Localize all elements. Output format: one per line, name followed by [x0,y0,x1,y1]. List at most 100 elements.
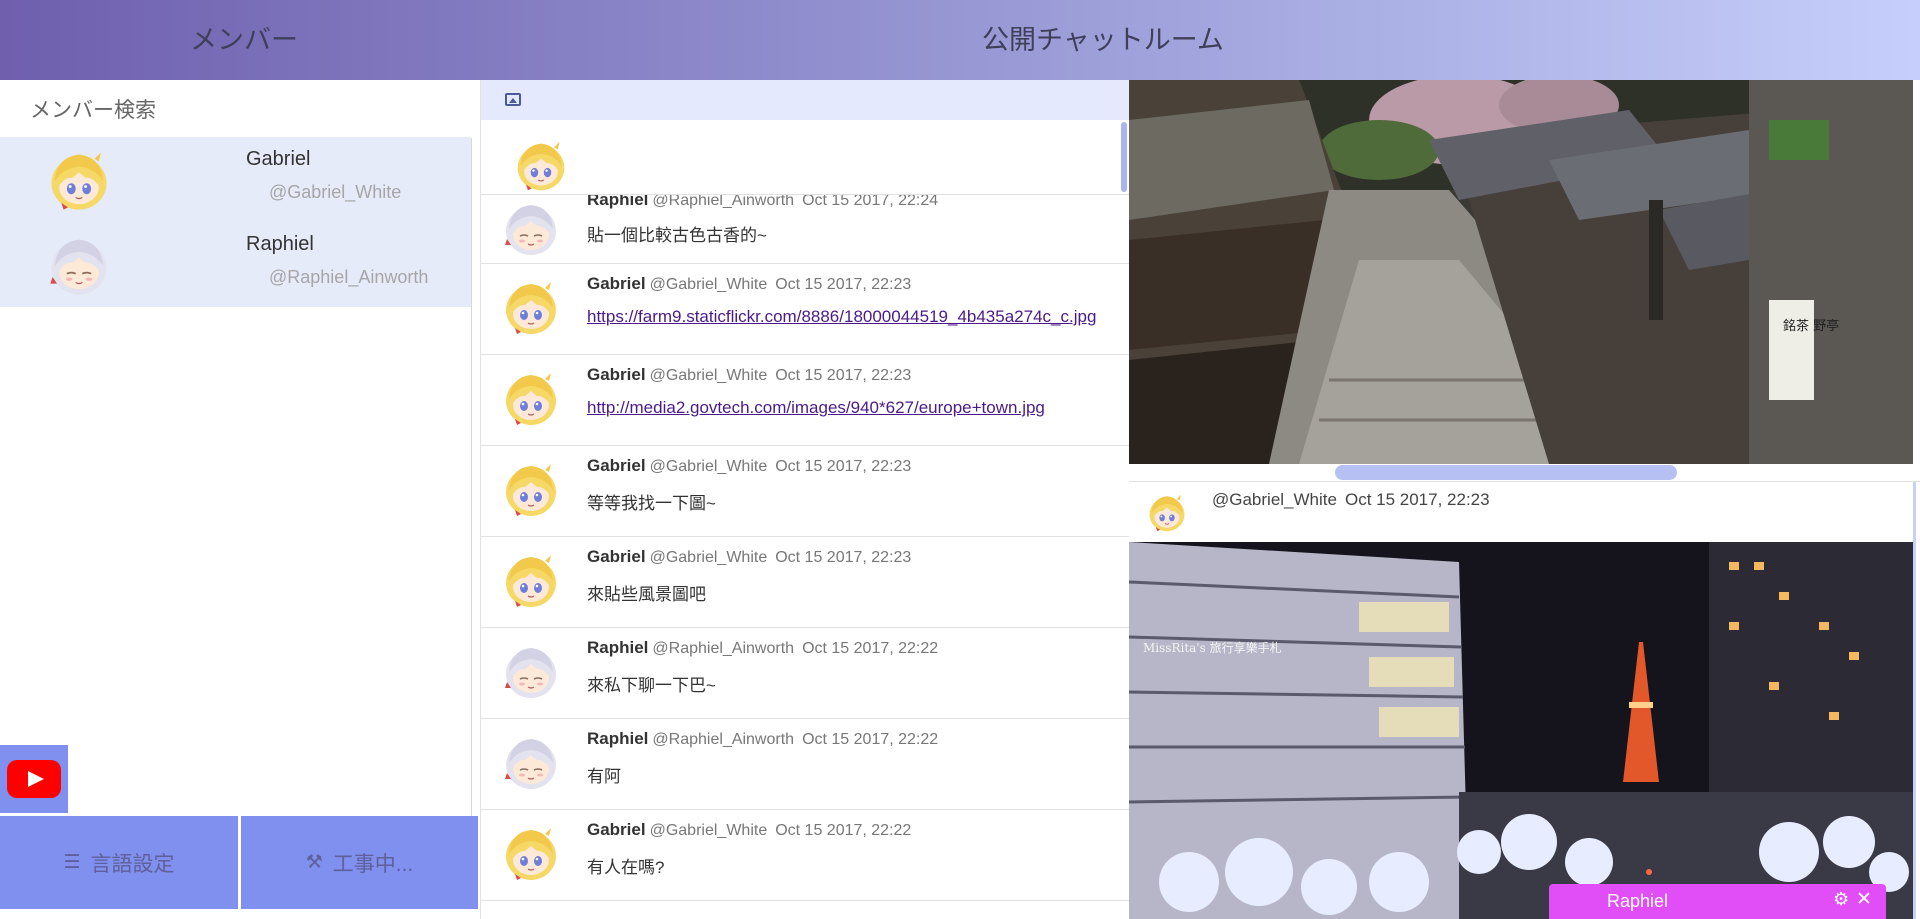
shop-sign-text: 銘茶 野亭 [1783,318,1839,334]
member-list: Gabriel @Gabriel_White Raphiel @Raphiel_… [0,137,471,307]
member-handle: @Gabriel_White [269,182,402,202]
member-item-gabriel[interactable]: Gabriel @Gabriel_White [0,137,471,222]
chat-message: Gabriel @Gabriel_White Oct 15 2017, 22:23 … [481,264,1129,355]
list-icon: ☰ [63,852,81,873]
chat-message: Gabriel @Gabriel_White Oct 15 2017, 22:23 … [481,446,1129,537]
message-author: Gabriel [587,274,646,293]
avatar [46,233,112,299]
chat-message: Raphiel @Raphiel_Ainworth Oct 15 2017, 22:… [481,628,1129,719]
avatar [501,824,561,884]
message-author: Raphiel [587,729,649,748]
message-handle: @Gabriel_White [649,367,768,384]
message-time: Oct 15 2017, 22:23 [775,549,912,566]
message-header: Gabriel @Gabriel_White Oct 15 2017, 22:23 [587,274,911,294]
message-author: Gabriel [587,365,646,384]
message-header: Raphiel @Raphiel_Ainworth Oct 15 2017, 22:… [587,729,938,749]
tokyo-night-photo[interactable]: MissRita's 旅行享樂手札 [1129,542,1913,919]
chat-column: Raphiel @Raphiel_Ainworth Oct 15 2017, 22:… [480,80,1129,919]
message-author: Raphiel [587,195,649,209]
message-handle: @Raphiel_Ainworth [652,195,795,209]
avatar [513,138,569,194]
message-handle: @Gabriel_White [649,822,768,839]
avatar [501,369,561,429]
hammer-icon: ⚒ [305,852,323,873]
member-item-raphiel[interactable]: Raphiel @Raphiel_Ainworth [0,222,471,307]
message-header: Raphiel @Raphiel_Ainworth Oct 15 2017, 22:… [587,195,938,210]
message-header: Gabriel @Gabriel_White Oct 15 2017, 22:22 [587,820,911,840]
message-header: Gabriel @Gabriel_White Oct 15 2017, 22:23 [587,456,911,476]
youtube-icon [7,760,61,798]
photo-watermark-text: MissRita's 旅行享樂手札 [1143,640,1282,655]
message-text: 來貼些風景圖吧 [587,585,706,604]
under-construction-button[interactable]: ⚒ 工事中... [241,816,478,909]
avatar [501,551,561,611]
chat-message: Raphiel @Raphiel_Ainworth Oct 15 2017, 22:… [481,719,1129,810]
chat-message: Gabriel @Gabriel_White Oct 15 2017, 22:22 … [481,810,1129,901]
message-time: Oct 15 2017, 22:22 [802,640,939,657]
message-list: Raphiel @Raphiel_Ainworth Oct 15 2017, 22:… [481,195,1129,919]
message-handle: @Gabriel_White [649,276,768,293]
private-chat-tab[interactable]: Raphiel ⚙ ✕ [1549,884,1886,919]
youtube-button[interactable] [0,745,68,813]
member-panel-scrollbar[interactable] [471,138,472,878]
message-handle: @Gabriel_White [649,549,768,566]
kyoto-street-photo[interactable]: 銘茶 野亭 [1129,80,1913,464]
message-header: Raphiel @Raphiel_Ainworth Oct 15 2017, 22:… [587,638,938,658]
message-time: Oct 15 2017, 22:23 [775,367,912,384]
avatar [501,733,561,793]
message-header: Gabriel @Gabriel_White Oct 15 2017, 22:23 [587,547,911,567]
image-upload-icon[interactable] [505,93,521,106]
message-author: Gabriel [587,456,646,475]
message-handle: @Raphiel_Ainworth [652,640,795,657]
members-panel-title: メンバー [190,25,298,55]
image-panel: 銘茶 野亭 @Gabriel_White Oct 15 2017, 22:23 M… [1129,80,1920,919]
message-header: Gabriel @Gabriel_White Oct 15 2017, 22:23 [587,365,911,385]
compose-scrollbar[interactable] [1121,122,1127,192]
top-header: メンバー 公開チャットルーム [0,0,1920,80]
message-time: Oct 15 2017, 22:24 [802,195,939,209]
message-text: 有阿 [587,767,621,786]
private-chat-name: Raphiel [1607,891,1669,911]
image-post-meta: @Gabriel_White Oct 15 2017, 22:23 [1212,490,1490,510]
avatar [1146,492,1188,534]
chat-message: Gabriel @Gabriel_White Oct 15 2017, 22:23 … [481,537,1129,628]
avatar [501,278,561,338]
member-search-input[interactable] [28,94,452,128]
avatar [501,199,561,259]
language-settings-button[interactable]: ☰ 言語設定 [0,816,238,909]
message-link[interactable]: https://farm9.staticflickr.com/8886/1800… [587,307,1096,327]
member-name: Gabriel [246,148,311,170]
message-text: 來私下聊一下巴~ [587,676,716,695]
member-handle: @Raphiel_Ainworth [269,267,429,287]
chatroom-title: 公開チャットルーム [982,25,1224,55]
message-time: Oct 15 2017, 22:22 [802,731,939,748]
language-settings-label: 言語設定 [90,852,175,876]
message-author: Raphiel [587,638,649,657]
message-text: 貼一個比較古色古香的~ [587,226,767,245]
message-time: Oct 15 2017, 22:23 [775,276,912,293]
message-handle: @Gabriel_White [649,458,768,475]
chat-toolbar [481,80,1129,120]
close-icon[interactable]: ✕ [1856,888,1872,911]
message-compose-area[interactable] [481,120,1129,195]
chat-message: Raphiel @Raphiel_Ainworth Oct 15 2017, 22:… [481,195,1129,264]
avatar [501,460,561,520]
message-link[interactable]: http://media2.govtech.com/images/940*627… [587,398,1045,418]
avatar [46,148,112,214]
member-panel: Gabriel @Gabriel_White Raphiel @Raphiel_… [0,80,478,919]
message-handle: @Raphiel_Ainworth [652,731,795,748]
message-text: 有人在嗎? [587,858,665,877]
image-post-time: Oct 15 2017, 22:23 [1344,490,1490,509]
under-construction-label: 工事中... [332,852,414,876]
message-author: Gabriel [587,547,646,566]
image-panel-scrollbar[interactable] [1913,482,1916,919]
avatar [501,642,561,702]
message-time: Oct 15 2017, 22:23 [775,458,912,475]
image-horizontal-scrollbar[interactable] [1335,465,1677,480]
image-post-handle: @Gabriel_White [1212,490,1337,509]
member-name: Raphiel [246,233,314,255]
image-post-header: @Gabriel_White Oct 15 2017, 22:23 [1129,482,1920,542]
message-text: 等等我找一下圖~ [587,494,716,513]
message-time: Oct 15 2017, 22:22 [775,822,912,839]
gear-icon[interactable]: ⚙ [1833,889,1849,910]
